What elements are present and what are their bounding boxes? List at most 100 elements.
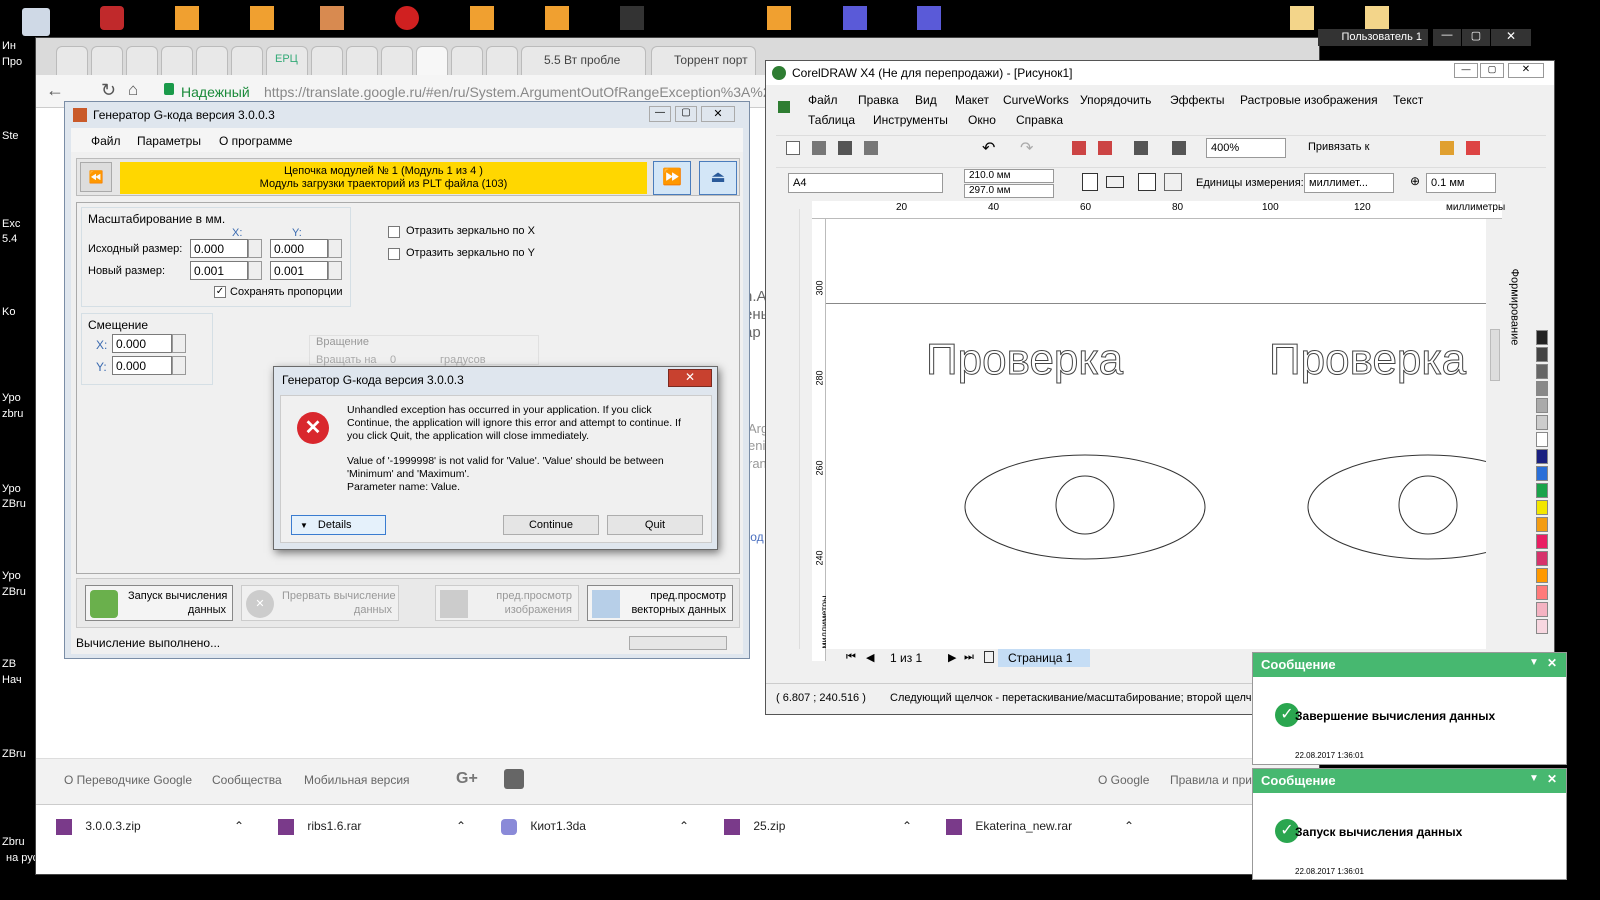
color-swatch[interactable] — [1536, 449, 1548, 464]
undo-icon[interactable]: ↶ — [982, 138, 995, 158]
mirror-y-checkbox[interactable] — [388, 248, 400, 260]
close-button[interactable]: ✕ — [1491, 29, 1531, 46]
browser-tab[interactable] — [486, 46, 518, 75]
notification-card[interactable]: Сообщение ▼ ✕ ✓ Завершение вычисления да… — [1252, 652, 1567, 765]
rotation-value[interactable]: 0 — [390, 354, 396, 366]
browser-tab[interactable] — [126, 46, 158, 75]
ace-icon[interactable] — [843, 6, 867, 30]
offset-y-input[interactable]: 0.000 — [112, 356, 172, 375]
runner-icon[interactable] — [620, 6, 644, 30]
browser-tab-active[interactable] — [416, 46, 448, 75]
app-a-icon[interactable] — [767, 6, 791, 30]
snap-dropdown[interactable]: Привязать к — [1308, 141, 1369, 153]
app-a-icon[interactable] — [545, 6, 569, 30]
menu-item[interactable]: Файл — [808, 93, 838, 107]
stop-calc-button[interactable]: ✕ Прервать вычисление данных — [241, 585, 399, 621]
app-a-icon[interactable] — [470, 6, 494, 30]
maximize-button[interactable]: ▢ — [1462, 29, 1490, 46]
page-height-input[interactable]: 297.0 мм — [964, 184, 1054, 198]
vertical-scrollbar[interactable] — [1488, 219, 1502, 651]
footer-link[interactable]: Правила и при — [1170, 773, 1252, 787]
portrait-icon[interactable] — [1082, 173, 1098, 191]
color-swatch[interactable] — [1536, 534, 1548, 549]
download-item[interactable]: 25.zip ⌃ — [724, 819, 924, 843]
menu-item[interactable]: Правка — [858, 93, 899, 107]
back-icon[interactable]: ← — [46, 80, 64, 101]
footer-link[interactable]: Сообщества — [212, 773, 282, 787]
footer-link[interactable]: О Переводчике Google — [64, 773, 192, 787]
last-page-icon[interactable]: ⏭ — [964, 651, 974, 664]
ace-icon[interactable] — [250, 6, 274, 30]
current-page-icon[interactable] — [1164, 173, 1182, 191]
new-icon[interactable] — [786, 141, 800, 155]
new-y-spinner[interactable] — [328, 261, 342, 280]
prev-module-button[interactable]: ⏪ — [80, 162, 112, 192]
maximize-button[interactable]: ▢ — [675, 106, 697, 122]
color-swatch[interactable] — [1536, 619, 1548, 634]
close-button[interactable]: ✕ — [701, 106, 735, 122]
notification-card[interactable]: Сообщение ▼ ✕ ✓ Запуск вычисления данных… — [1252, 768, 1567, 880]
menu-item[interactable]: Текст — [1393, 93, 1423, 107]
browser-tab[interactable]: Торрент порт — [651, 46, 756, 75]
menu-item[interactable]: Макет — [955, 93, 989, 107]
page-tab[interactable]: Страница 1 — [998, 649, 1090, 667]
preview-vector-button[interactable]: пред.просмотр векторных данных — [587, 585, 733, 621]
desktop-file-icon[interactable] — [22, 8, 50, 36]
archicad-icon[interactable] — [395, 6, 419, 30]
ace-icon[interactable] — [175, 6, 199, 30]
menu-item[interactable]: Растровые изображения — [1240, 93, 1378, 107]
color-swatch[interactable] — [1536, 415, 1548, 430]
menu-file[interactable]: Файл — [91, 134, 121, 148]
page-width-input[interactable]: 210.0 мм — [964, 169, 1054, 183]
nudge-input[interactable]: 0.1 мм — [1426, 173, 1496, 193]
offset-x-spinner[interactable] — [172, 334, 186, 353]
outline-text-left[interactable]: Проверка — [925, 335, 1123, 385]
folder-icon[interactable] — [1290, 6, 1314, 30]
ace-icon[interactable] — [917, 6, 941, 30]
menu-item[interactable]: Окно — [968, 113, 996, 127]
scroll-thumb[interactable] — [1490, 329, 1500, 381]
color-swatch[interactable] — [1536, 500, 1548, 515]
redo-icon[interactable]: ↷ — [1020, 138, 1033, 158]
zoom-select[interactable]: 400% — [1206, 138, 1286, 158]
source-y-input[interactable]: 0.000 — [270, 239, 328, 258]
all-pages-icon[interactable] — [1138, 173, 1156, 191]
browser-tab[interactable] — [56, 46, 88, 75]
minimize-button[interactable]: — — [1433, 29, 1461, 46]
google-plus-icon[interactable]: G+ — [456, 770, 478, 788]
footer-link[interactable]: О Google — [1098, 773, 1149, 787]
prev-page-icon[interactable]: ◀ — [866, 651, 874, 664]
menu-item[interactable]: CurveWorks — [1003, 93, 1069, 107]
new-y-input[interactable]: 0.001 — [270, 261, 328, 280]
paper-select[interactable]: A4 — [788, 173, 943, 193]
eject-button[interactable]: ⏏ — [699, 161, 737, 195]
download-item[interactable]: Ekaterina_new.rar ⌃ — [946, 819, 1146, 843]
new-x-input[interactable]: 0.001 — [190, 261, 248, 280]
start-calc-button[interactable]: Запуск вычисления данных — [85, 585, 233, 621]
footer-link[interactable]: Мобильная версия — [304, 773, 410, 787]
open-icon[interactable] — [812, 141, 826, 155]
offset-y-spinner[interactable] — [172, 356, 186, 375]
export-icon[interactable] — [1098, 141, 1112, 155]
download-item[interactable]: Киот1.3da ⌃ — [501, 819, 701, 843]
menu-item[interactable]: Инструменты — [873, 113, 948, 127]
color-swatch[interactable] — [1536, 551, 1548, 566]
color-swatch[interactable] — [1536, 585, 1548, 600]
outline-text-right[interactable]: Проверка — [1268, 335, 1466, 385]
menu-about[interactable]: О программе — [219, 134, 292, 148]
browser-tab[interactable] — [196, 46, 228, 75]
chevron-up-icon[interactable]: ⌃ — [902, 819, 912, 833]
details-button[interactable]: ▼ Details — [291, 515, 386, 535]
options-icon[interactable] — [1440, 141, 1454, 155]
browser-tab[interactable] — [231, 46, 263, 75]
color-swatch[interactable] — [1536, 517, 1548, 532]
import-icon[interactable] — [1072, 141, 1086, 155]
color-swatch[interactable] — [1536, 364, 1548, 379]
chevron-up-icon[interactable]: ⌃ — [679, 819, 689, 833]
download-item[interactable]: ribs1.6.rar ⌃ — [278, 819, 478, 843]
kerbal-icon[interactable] — [100, 6, 124, 30]
menu-item[interactable]: Эффекты — [1170, 93, 1225, 107]
chevron-up-icon[interactable]: ⌃ — [1124, 819, 1134, 833]
next-page-icon[interactable]: ▶ — [948, 651, 956, 664]
source-x-input[interactable]: 0.000 — [190, 239, 248, 258]
